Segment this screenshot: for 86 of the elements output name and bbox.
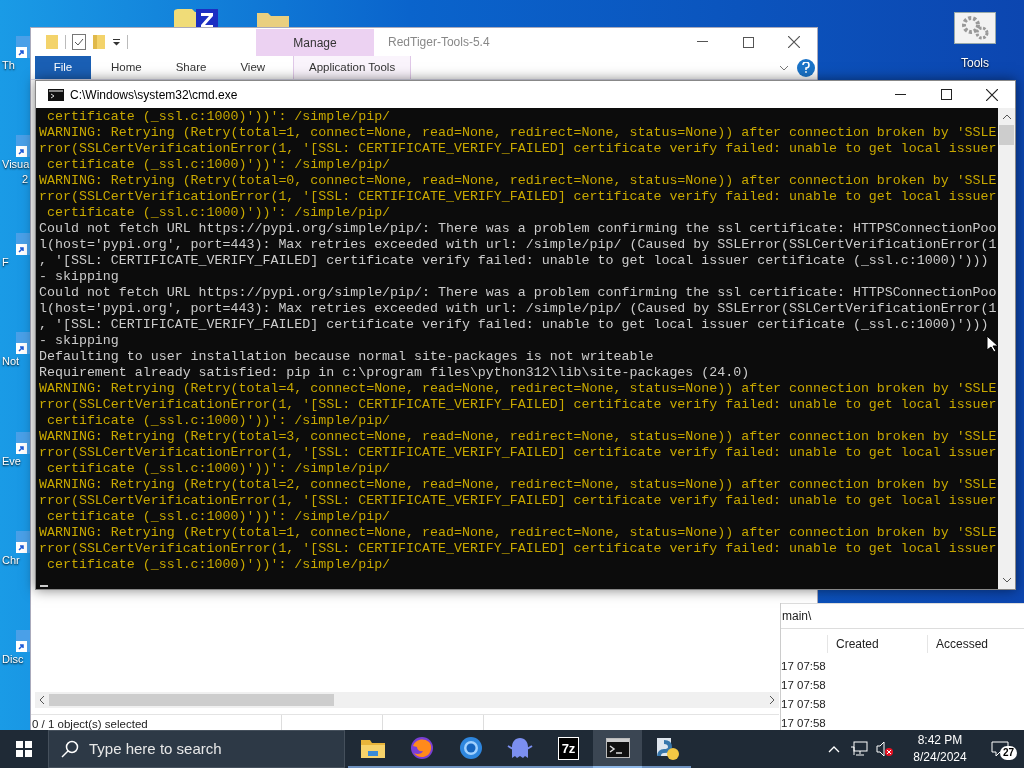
console-line: Requirement already satisfied: pip in c:\program files\python312\lib\site-packages (24.0) xyxy=(39,365,750,381)
browser-icon xyxy=(458,736,483,760)
notification-badge: 27 xyxy=(1000,746,1018,760)
maximize-icon xyxy=(742,36,754,48)
folder-icon xyxy=(359,737,386,759)
console-line: - skipping xyxy=(39,333,119,349)
close-icon xyxy=(788,36,800,48)
console-line: rror(SSLCertVerificationError(1, '[SSL: CERTIFICATE_VERIFY_FAILED] certificate verify failed: unable to get local issuer xyxy=(39,397,997,413)
icon-label: F xyxy=(2,255,9,270)
console-line: certificate (_ssl.c:1000)'))': /simple/pip/ xyxy=(45,205,391,221)
console-line: WARNING: Retrying (Retry(total=4, connect=None, read=None, redirect=None, status=None)) after connection broken by 'SSLE xyxy=(39,381,997,397)
archive-icon: 7z xyxy=(557,736,580,760)
console-line: rror(SSLCertVerificationError(1, '[SSL: CERTIFICATE_VERIFY_FAILED] certificate verify failed: unable to get local issuer xyxy=(39,541,997,557)
icon-label: 2 xyxy=(22,172,29,187)
help-icon[interactable] xyxy=(797,58,815,77)
console-line: rror(SSLCertVerificationError(1, '[SSL: CERTIFICATE_VERIFY_FAILED] certificate verify failed: unable to get local issuer xyxy=(39,189,997,205)
icon-label: Th xyxy=(2,58,15,73)
console-line: certificate (_ssl.c:1000)'))': /simple/pip/ xyxy=(45,509,391,525)
table-cell-text: 17 07:58 xyxy=(781,715,826,731)
icon-label: Not xyxy=(2,354,20,369)
window-title: C:\Windows\system32\cmd.exe xyxy=(70,86,238,104)
terminal-icon xyxy=(48,88,64,101)
console-line: certificate (_ssl.c:1000)'))': /simple/pip/ xyxy=(45,413,391,429)
maximize-icon xyxy=(940,89,952,100)
search-field[interactable]: Type here to search xyxy=(48,730,345,768)
search-icon xyxy=(61,740,79,758)
table-cell-text: 17 07:58 xyxy=(781,696,826,712)
caret-icon[interactable] xyxy=(112,38,121,46)
console-line: rror(SSLCertVerificationError(1, '[SSL: CERTIFICATE_VERIFY_FAILED] certificate verify failed: unable to get local issuer xyxy=(39,141,997,157)
terminal-icon xyxy=(605,738,630,758)
chevron-up-icon[interactable] xyxy=(828,745,840,753)
network-icon[interactable] xyxy=(850,741,868,757)
status-text: 0 / 1 object(s) selected xyxy=(31,716,149,732)
chevron-icon[interactable] xyxy=(779,64,789,71)
muted-speaker-icon[interactable] xyxy=(876,741,894,757)
console-line: WARNING: Retrying (Retry(total=2, connect=None, read=None, redirect=None, status=None)) after connection broken by 'SSLE xyxy=(39,477,997,493)
minimize-icon xyxy=(894,93,906,96)
column-header[interactable]: Accessed xyxy=(927,635,1024,653)
icon-label: Tools xyxy=(961,55,989,72)
console-line: Could not fetch URL https://pypi.org/simple/pip/: There was a problem confirming the ssl certificate: HTTPSConnectionPoo xyxy=(39,221,997,237)
context-tab-header: Manage xyxy=(256,29,374,56)
properties-icon[interactable] xyxy=(72,34,86,50)
scrollbar-thumb[interactable] xyxy=(999,125,1014,145)
console-line: certificate (_ssl.c:1000)'))': /simple/pip/ xyxy=(45,157,391,173)
gears-icon[interactable] xyxy=(954,12,996,44)
taskbar-app[interactable] xyxy=(593,730,642,768)
console-line: certificate (_ssl.c:1000)'))': /simple/pip/ xyxy=(45,109,391,125)
scrollbar-thumb[interactable] xyxy=(49,694,334,706)
console-line: Could not fetch URL https://pypi.org/simple/pip/: There was a problem confirming the ssl certificate: HTTPSConnectionPoo xyxy=(39,285,997,301)
minimize-icon xyxy=(696,41,708,43)
icon-label: Disc xyxy=(2,652,24,667)
console-line: WARNING: Retrying (Retry(total=0, connect=None, read=None, redirect=None, status=None)) after connection broken by 'SSLE xyxy=(39,173,997,189)
browser-icon xyxy=(409,736,434,760)
clock-date[interactable]: 8/24/2024 xyxy=(913,749,967,766)
ghost-icon xyxy=(506,736,533,760)
ribbon-tab[interactable]: Application Tools xyxy=(293,56,412,79)
windows-icon xyxy=(16,741,32,757)
window-title: RedTiger-Tools-5.4 xyxy=(388,34,490,51)
column-header[interactable]: Created xyxy=(827,635,927,653)
console-line: , '[SSL: CERTIFICATE_VERIFY_FAILED] certificate verify failed: unable to get local issuer certificate (_ssl.c:1000)'))) xyxy=(39,317,989,333)
close-icon xyxy=(986,88,998,101)
clock-time[interactable]: 8:42 PM xyxy=(917,732,963,749)
ribbon-tab[interactable]: View xyxy=(226,56,280,79)
console-line: WARNING: Retrying (Retry(total=3, connect=None, read=None, redirect=None, status=None)) after connection broken by 'SSLE xyxy=(39,429,997,445)
console-line: WARNING: Retrying (Retry(total=1, connect=None, read=None, redirect=None, status=None)) after connection broken by 'SSLE xyxy=(39,125,997,141)
console-line: rror(SSLCertVerificationError(1, '[SSL: CERTIFICATE_VERIFY_FAILED] certificate verify failed: unable to get local issuer xyxy=(39,493,997,509)
console-line: l(host='pypi.org', port=443): Max retries exceeded with url: /simple/pip/ (Caused by SSLError(SSLCertVerificationError(1 xyxy=(39,237,997,253)
ribbon-tab[interactable]: File xyxy=(35,56,91,79)
ribbon-tab[interactable]: Share xyxy=(161,56,221,79)
console-line: l(host='pypi.org', port=443): Max retries exceeded with url: /simple/pip/ (Caused by SSLError(SSLCertVerificationError(1 xyxy=(39,301,997,317)
console-line: Defaulting to user installation because normal site-packages is not writeable xyxy=(39,349,654,365)
icon-label: Eve xyxy=(2,454,21,469)
console-line: , '[SSL: CERTIFICATE_VERIFY_FAILED] certificate verify failed: unable to get local issuer certificate (_ssl.c:1000)'))) xyxy=(39,253,989,269)
console-line: rror(SSLCertVerificationError(1, '[SSL: CERTIFICATE_VERIFY_FAILED] certificate verify failed: unable to get local issuer xyxy=(39,445,997,461)
text-cursor xyxy=(40,585,48,587)
table-cell-text: 17 07:58 xyxy=(781,658,826,674)
console-line: certificate (_ssl.c:1000)'))': /simple/pip/ xyxy=(45,461,391,477)
table-cell-text: 17 07:58 xyxy=(781,677,826,693)
address-bar[interactable]: main\ xyxy=(781,603,1024,629)
icon-label: Chr xyxy=(2,553,20,568)
notifications-button[interactable]: 27 xyxy=(976,730,1024,768)
console-line: WARNING: Retrying (Retry(total=1, connect=None, read=None, redirect=None, status=None)) after connection broken by 'SSLE xyxy=(39,525,997,541)
console-line: certificate (_ssl.c:1000)'))': /simple/pip/ xyxy=(45,557,391,573)
ribbon-tab[interactable]: Home xyxy=(97,56,156,79)
icon-label: Visua xyxy=(2,157,30,172)
console-line: - skipping xyxy=(39,269,119,285)
